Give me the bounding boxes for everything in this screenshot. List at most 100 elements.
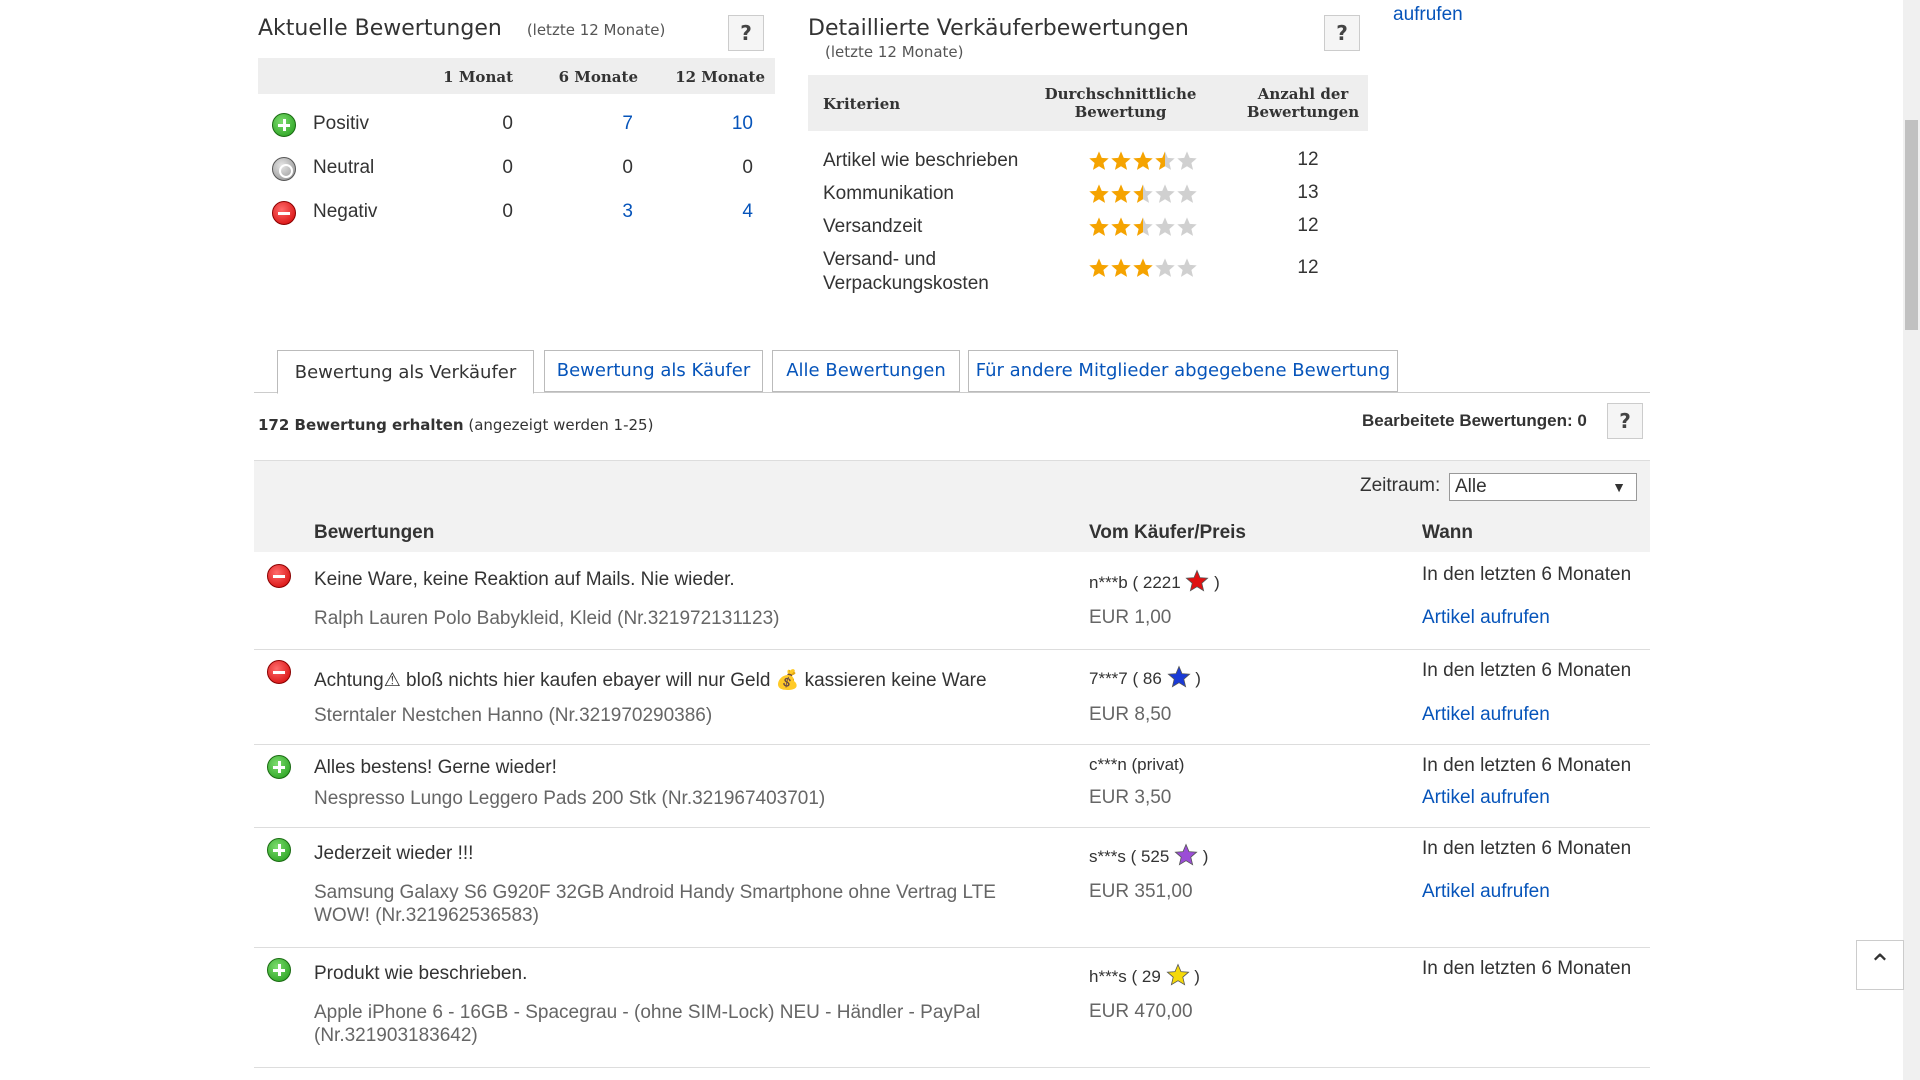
detailed-row: Versand- und Verpackungskosten 12 [808, 242, 1368, 300]
back-to-top-button[interactable]: ⌃ [1856, 940, 1904, 990]
positive-icon [267, 838, 291, 862]
star-icon [1177, 258, 1197, 277]
recent-feedback-title: Aktuelle Bewertungen (letzte 12 Monate) [258, 16, 665, 41]
star-icon [1155, 151, 1175, 170]
view-item-link-top[interactable]: aufrufen [1393, 4, 1463, 26]
detailed-row: Artikel wie beschrieben 12 [808, 143, 1368, 176]
star-icon [1155, 184, 1175, 203]
feedback-price: EUR 351,00 [1089, 881, 1193, 902]
feedback-count: 172 Bewertung erhalten [258, 416, 464, 434]
feedback-item: Nespresso Lungo Leggero Pads 200 Stk (Nr… [314, 788, 826, 809]
view-item-link[interactable]: Artikel aufrufen [1422, 607, 1550, 629]
recent-help-button[interactable]: ? [728, 15, 764, 51]
buyer-info: n***b ( 2221 ) [1089, 569, 1220, 598]
recent-value-link[interactable]: 4 [713, 201, 753, 223]
star-icon [1111, 258, 1131, 277]
chevron-up-icon: ⌃ [1868, 949, 1892, 980]
recent-value-link[interactable]: 10 [713, 113, 753, 135]
star-icon [1133, 217, 1153, 236]
scrollbar-thumb[interactable] [1905, 120, 1918, 330]
buyer-name: s***s ( 525 [1089, 846, 1170, 866]
star-icon [1089, 217, 1109, 236]
feedback-row: Achtung⚠ bloß nichts hier kaufen ebayer … [254, 650, 1650, 745]
star-icon [1155, 217, 1175, 236]
buyer-info: h***s ( 29 ) [1089, 963, 1200, 992]
feedback-row: Alles bestens! Gerne wieder! Nespresso Lu… [254, 745, 1650, 828]
criteria-label: Versandzeit [823, 216, 923, 237]
filter-bar: Zeitraum: Alle ▼ [254, 460, 1650, 510]
recent-value: 0 [742, 157, 753, 178]
buyer-info: s***s ( 525 ) [1089, 843, 1208, 872]
feedback-star-icon [1166, 665, 1191, 694]
positive-icon [267, 755, 291, 779]
star-icon [1111, 217, 1131, 236]
star-rating [1088, 216, 1198, 244]
neutral-icon [272, 157, 296, 181]
star-rating [1088, 183, 1198, 211]
feedback-price: EUR 470,00 [1089, 1001, 1193, 1022]
star-icon [1177, 151, 1197, 170]
feedback-comment: Produkt wie beschrieben. [314, 963, 528, 984]
view-item-link[interactable]: Artikel aufrufen [1422, 787, 1550, 809]
feedback-comment: Achtung⚠ bloß nichts hier kaufen ebayer … [314, 670, 987, 691]
buyer-name: n***b ( 2221 [1089, 572, 1181, 592]
recent-value: 0 [502, 201, 513, 222]
star-icon [1133, 258, 1153, 277]
tab-buyer-feedback[interactable]: Bewertung als Käufer [544, 350, 763, 392]
feedback-price: EUR 3,50 [1089, 787, 1172, 808]
detailed-help-button[interactable]: ? [1324, 15, 1360, 51]
buyer-end: ) [1214, 572, 1220, 592]
star-icon [1089, 258, 1109, 277]
recent-value-link[interactable]: 7 [593, 113, 633, 135]
feedback-summary: 172 Bewertung erhalten (angezeigt werden… [258, 416, 653, 434]
recent-value: 0 [622, 157, 633, 178]
feedback-star-icon [1165, 963, 1190, 992]
star-icon [1177, 217, 1197, 236]
buyer-info: c***n (privat) [1089, 755, 1184, 775]
recent-table-header: 1 Monat 6 Monate 12 Monate [258, 58, 775, 94]
col-feedback: Bewertungen [314, 522, 435, 543]
detailed-table-header: Kriterien Durchschnittliche Bewertung An… [808, 75, 1368, 131]
feedback-item: Samsung Galaxy S6 G920F 32GB Android Han… [314, 882, 996, 926]
tab-all-feedback[interactable]: Alle Bewertungen [772, 350, 960, 392]
col-average: Durchschnittliche Bewertung [1044, 85, 1197, 121]
recent-value: 0 [502, 113, 513, 134]
recent-row-label: Positiv [313, 113, 369, 134]
col-criteria: Kriterien [823, 95, 901, 113]
tab-left-for-others[interactable]: Für andere Mitglieder abgegebene Bewertu… [968, 350, 1398, 392]
col-12-months: 12 Monate [675, 68, 765, 86]
col-1-month: 1 Monat [443, 68, 513, 86]
feedback-when: In den letzten 6 Monaten [1422, 755, 1632, 776]
feedback-when: In den letzten 6 Monaten [1422, 660, 1632, 681]
period-select[interactable]: Alle ▼ [1449, 473, 1637, 501]
page-scrollbar[interactable] [1903, 0, 1920, 1080]
view-item-link[interactable]: Artikel aufrufen [1422, 704, 1550, 726]
edited-help-button[interactable]: ? [1607, 403, 1643, 439]
col-when: Wann [1422, 522, 1474, 543]
feedback-item: Apple iPhone 6 - 16GB - Spacegrau - (ohn… [314, 1002, 981, 1046]
feedback-price: EUR 1,00 [1089, 607, 1172, 628]
col-buyer-price: Vom Käufer/Preis [1089, 522, 1246, 543]
criteria-label: Kommunikation [823, 183, 954, 204]
star-rating [1088, 150, 1198, 178]
buyer-end: ) [1202, 846, 1209, 866]
negative-icon [267, 564, 291, 588]
recent-row-label: Neutral [313, 157, 375, 178]
buyer-end: ) [1195, 668, 1201, 688]
feedback-comment: Keine Ware, keine Reaktion auf Mails. Ni… [314, 569, 735, 590]
star-icon [1133, 151, 1153, 170]
negative-icon [267, 660, 291, 684]
feedback-row: Keine Ware, keine Reaktion auf Mails. Ni… [254, 552, 1650, 650]
feedback-comment: Alles bestens! Gerne wieder! [314, 757, 557, 778]
tab-seller-feedback[interactable]: Bewertung als Verkäufer [277, 350, 534, 394]
feedback-row: Jederzeit wieder !!! Samsung Galaxy S6 G9… [254, 828, 1650, 948]
recent-value-link[interactable]: 3 [593, 201, 633, 223]
view-item-link[interactable]: Artikel aufrufen [1422, 881, 1550, 903]
star-icon [1155, 258, 1175, 277]
dropdown-arrow-icon: ▼ [1612, 479, 1626, 495]
recent-value: 0 [502, 157, 513, 178]
buyer-name: c***n (privat) [1089, 755, 1185, 774]
criteria-label: Versand- und Verpackungskosten [823, 249, 989, 294]
rating-count: 12 [1297, 215, 1319, 236]
feedback-star-icon [1174, 843, 1198, 872]
